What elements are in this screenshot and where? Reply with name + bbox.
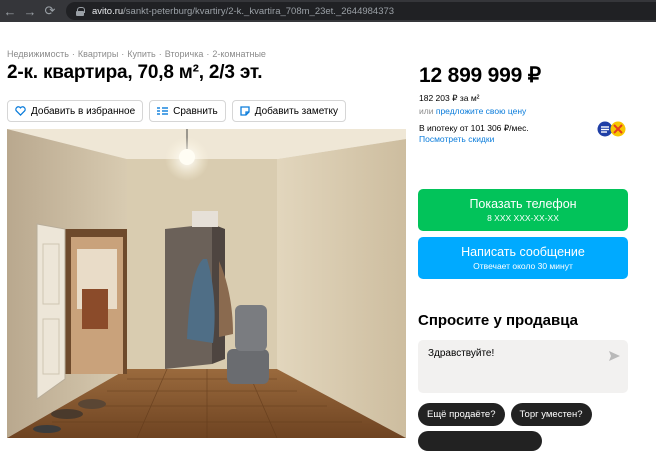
heart-icon (15, 106, 26, 116)
breadcrumb-item[interactable]: Купить (127, 49, 155, 59)
bank-logo-icon (597, 121, 629, 137)
mortgage-text: В ипотеку от 101 306 ₽/мес. (419, 123, 529, 133)
compare-button[interactable]: Сравнить (149, 100, 226, 122)
quick-question-chip[interactable]: Торг уместен? (510, 403, 592, 426)
compare-icon (157, 106, 169, 116)
url-text: avito.ru/sankt-peterburg/kvartiry/2-k._k… (92, 5, 395, 17)
quick-question-chip[interactable] (418, 431, 542, 451)
forward-arrow-icon[interactable]: → (20, 0, 40, 22)
breadcrumb-item[interactable]: 2-комнатные (212, 49, 266, 59)
breadcrumb-item[interactable]: Квартиры (78, 49, 118, 59)
price-offer: или предложите свою цену (419, 106, 527, 116)
add-to-favorites-button[interactable]: Добавить в избранное (7, 100, 144, 122)
breadcrumb-item[interactable]: Недвижимость (7, 49, 69, 59)
propose-price-link[interactable]: предложите свою цену (436, 106, 526, 116)
reload-icon[interactable]: ⟳ (40, 0, 60, 22)
ask-seller-input-value: Здравствуйте! (428, 348, 495, 359)
ask-seller-input[interactable]: Здравствуйте! (418, 340, 628, 393)
quick-questions: Ещё продаёте? Торг уместен? (418, 403, 592, 426)
listing-actions: Добавить в избранное Сравнить Добавить з… (7, 100, 346, 122)
browser-toolbar: ← → ⟳ avito.ru/sankt-peterburg/kvartiry/… (0, 0, 656, 22)
ask-seller-title: Спросите у продавца (418, 312, 578, 329)
lock-icon (76, 6, 85, 16)
breadcrumb-item[interactable]: Вторичка (165, 49, 204, 59)
listing-title: 2-к. квартира, 70,8 м², 2/3 эт. (7, 62, 263, 83)
back-arrow-icon[interactable]: ← (0, 0, 20, 22)
view-discounts-link[interactable]: Посмотреть скидки (419, 134, 494, 144)
listing-photo[interactable] (7, 129, 406, 438)
show-phone-button[interactable]: Показать телефон 8 XXX XXX-XX-XX (418, 189, 628, 231)
address-bar[interactable]: avito.ru/sankt-peterburg/kvartiry/2-k._k… (66, 2, 656, 20)
add-note-button[interactable]: Добавить заметку (231, 100, 346, 122)
quick-question-chip[interactable]: Ещё продаёте? (418, 403, 505, 426)
breadcrumb: Недвижимость · Квартиры · Купить · Вторичка… (7, 49, 266, 59)
note-icon (240, 106, 250, 116)
price-total: 12 899 999 ₽ (419, 64, 541, 87)
send-icon[interactable] (609, 348, 620, 366)
price-per-m2: 182 203 ₽ за м² (419, 93, 480, 103)
write-message-button[interactable]: Написать сообщение Отвечает около 30 мин… (418, 237, 628, 279)
